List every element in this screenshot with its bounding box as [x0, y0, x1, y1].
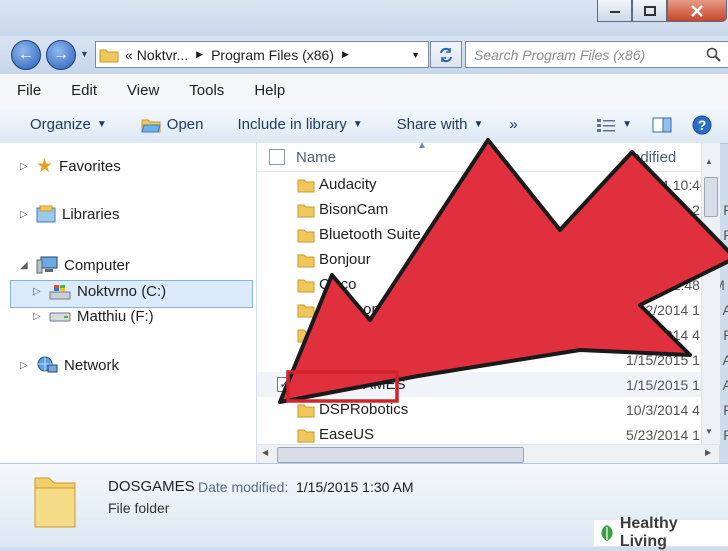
annotation-overlay	[278, 138, 728, 404]
leaf-logo-icon	[601, 525, 613, 541]
red-arrow-annotation	[278, 138, 728, 404]
watermark: Healthy Living	[594, 515, 728, 550]
